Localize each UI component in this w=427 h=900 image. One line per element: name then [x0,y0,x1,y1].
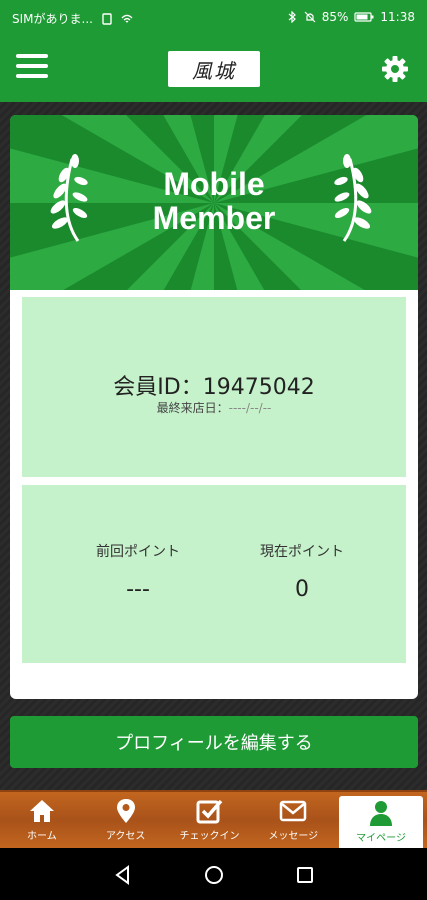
current-points: 現在ポイント 0 [222,541,382,602]
store-logo: 風城 [168,51,260,87]
envelope-icon [280,800,307,822]
tab-home[interactable]: ホーム [0,792,84,848]
system-nav-bar [0,848,427,900]
member-card: Mobile Member 会員ID：19475042 最終来店日：----/-… [10,115,418,699]
points-panel: 前回ポイント --- 現在ポイント 0 [22,485,406,663]
tab-message[interactable]: メッセージ [251,792,335,848]
home-icon [29,800,54,822]
bottom-tab-bar: ホーム アクセス チェックイン メッセージ マイページ [0,790,427,848]
tab-checkin[interactable]: チェックイン [168,792,252,848]
wifi-icon [121,14,133,22]
member-id-panel: 会員ID：19475042 最終来店日：----/--/-- [22,297,406,477]
map-pin-icon [116,799,135,823]
tab-checkin-label: チェックイン [179,831,240,842]
battery-percent: 85% [321,10,349,24]
previous-points: 前回ポイント --- [58,541,218,602]
banner-title-line1: Mobile [163,166,265,202]
tab-message-label: メッセージ [268,831,319,842]
banner-title: Mobile Member [10,167,418,235]
edit-profile-button[interactable]: プロフィールを編集する [10,716,418,768]
member-banner: Mobile Member [10,115,418,290]
tab-access-label: アクセス [105,831,146,842]
previous-points-label: 前回ポイント [96,544,180,560]
banner-title-line2: Member [152,200,276,236]
sim-icon [102,12,112,25]
mute-icon [304,11,316,23]
back-icon[interactable] [112,864,134,886]
battery-icon [354,12,374,22]
home-circle-icon[interactable] [203,864,225,886]
last-visit-value: ----/--/-- [228,401,272,415]
tab-mypage-label: マイページ [356,833,406,844]
hamburger-menu-icon[interactable] [16,54,48,82]
current-points-value: 0 [295,577,309,602]
previous-points-value: --- [126,577,150,602]
current-points-label: 現在ポイント [260,544,344,560]
tab-mypage[interactable]: マイページ [339,796,423,848]
clock: 11:38 [380,10,415,24]
last-visit-label: 最終来店日： [156,401,229,415]
last-visit: 最終来店日：----/--/-- [22,399,406,416]
gear-icon[interactable] [380,54,410,84]
app-header: 風城 [0,36,427,102]
bluetooth-icon [288,11,296,23]
carrier-text: SIMがありま... [12,12,93,26]
recents-icon[interactable] [294,864,316,886]
tab-home-label: ホーム [27,831,57,842]
person-icon [370,801,393,826]
checkin-icon [196,799,223,824]
member-id: 会員ID：19475042 [113,375,315,400]
tab-access[interactable]: アクセス [84,792,168,848]
status-bar: SIMがありま... 85% 11:38 [0,0,427,36]
